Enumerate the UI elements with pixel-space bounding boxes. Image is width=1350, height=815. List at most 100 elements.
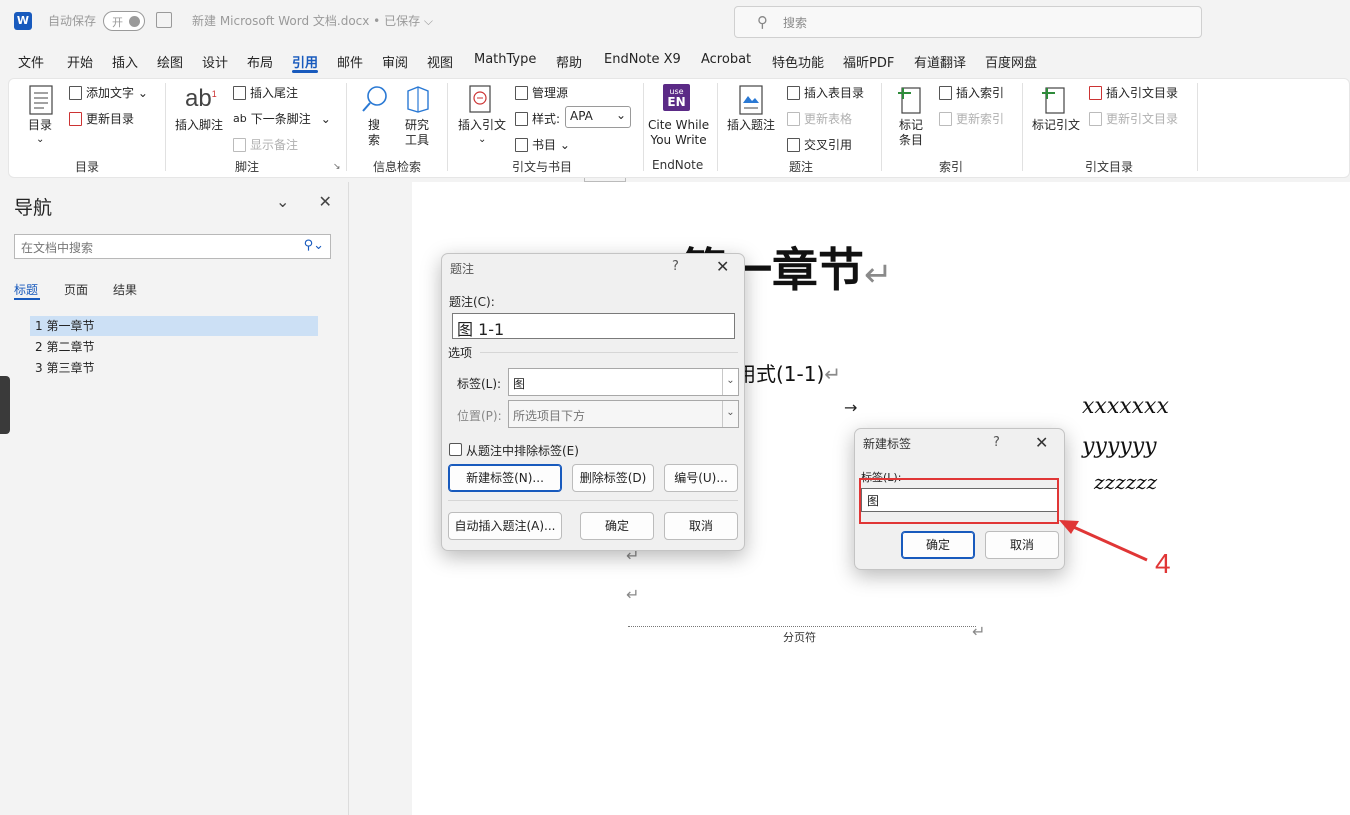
nav-search-input[interactable]: 在文档中搜索 ⚲⌄ (14, 234, 331, 259)
save-icon[interactable] (156, 12, 172, 28)
insert-footnote-button[interactable]: 插入脚注 (175, 118, 223, 133)
insert-index-button[interactable]: 插入索引 (939, 84, 1004, 101)
nav-heading-1[interactable]: 1 第一章节 (30, 316, 318, 336)
tab-results[interactable]: 结果 (113, 281, 137, 298)
caption-field[interactable]: 图 1-1 (452, 313, 735, 339)
update-toa-button[interactable]: 更新引文目录 (1089, 110, 1178, 127)
close-icon[interactable]: ✕ (1035, 433, 1048, 452)
insert-endnote-button[interactable]: 插入尾注 (233, 84, 298, 101)
next-footnote-button[interactable]: ab 下一条脚注 ⌄ (233, 110, 331, 127)
chevron-down-icon[interactable]: ⌄ (478, 132, 486, 147)
tab-pages[interactable]: 页面 (64, 281, 88, 298)
exclude-label-text: 从题注中排除标签(E) (466, 444, 579, 458)
help-icon[interactable]: ? (672, 259, 679, 274)
autocaption-button[interactable]: 自动插入题注(A)... (448, 512, 562, 540)
label-select[interactable]: 图 ⌄ (508, 368, 739, 396)
insert-tof-button[interactable]: 插入表目录 (787, 84, 864, 101)
nav-heading-3[interactable]: 3 第三章节 (30, 358, 318, 378)
researcher-button[interactable]: 研究 工具 (405, 118, 429, 148)
menu-mailings[interactable]: 邮件 (337, 52, 363, 71)
insert-caption-button[interactable]: 插入题注 (727, 118, 775, 133)
numbering-button[interactable]: 编号(U)... (664, 464, 738, 492)
manage-sources-icon (515, 85, 528, 100)
nav-heading-2[interactable]: 2 第二章节 (30, 337, 318, 357)
menu-endnote[interactable]: EndNote X9 (604, 52, 681, 67)
search-button[interactable]: 搜索 (368, 118, 380, 148)
dialog-launcher-icon[interactable]: ↘ (333, 162, 341, 172)
menu-view[interactable]: 视图 (427, 52, 453, 71)
menu-help[interactable]: 帮助 (556, 52, 582, 71)
nav-search-placeholder: 在文档中搜索 (21, 241, 94, 255)
menu-references[interactable]: 引用 (292, 52, 318, 71)
autosave-label: 自动保存 (48, 14, 97, 28)
close-icon[interactable]: ✕ (716, 257, 729, 276)
new-label-button[interactable]: 新建标签(N)... (448, 464, 562, 492)
side-panel-handle[interactable] (0, 376, 10, 434)
search-icon[interactable]: ⚲⌄ (304, 238, 324, 253)
formula-line[interactable]: 用式(1-1)↵ (736, 358, 841, 387)
menu-draw[interactable]: 绘图 (157, 52, 183, 71)
menu-insert[interactable]: 插入 (112, 52, 138, 71)
update-toc-button[interactable]: 更新目录 (69, 110, 134, 127)
style-dropdown[interactable]: APA ⌄ (565, 106, 631, 128)
cite-while-you-write-button[interactable]: Cite While You Write (648, 118, 709, 148)
toc-icon (29, 85, 53, 115)
mark-entry-label-2: 条目 (899, 133, 924, 147)
tab-headings[interactable]: 标题 (14, 281, 38, 298)
manage-sources-button[interactable]: 管理源 (515, 84, 568, 101)
divider (448, 500, 738, 501)
menu-special[interactable]: 特色功能 (772, 52, 824, 71)
chevron-down-icon: ⌄ (320, 111, 331, 126)
menu-youdao[interactable]: 有道翻译 (914, 52, 966, 71)
insert-citation-button[interactable]: 插入引文 (458, 118, 506, 133)
cancel-button[interactable]: 取消 (664, 512, 738, 540)
insert-toa-label: 插入引文目录 (1106, 86, 1179, 100)
menu-foxit[interactable]: 福昕PDF (843, 52, 894, 71)
divider (717, 83, 718, 171)
update-index-button[interactable]: 更新索引 (939, 110, 1004, 127)
menu-layout[interactable]: 布局 (247, 52, 273, 71)
var-y: yyyyyy (1082, 434, 1157, 459)
update-toc-label: 更新目录 (86, 112, 135, 126)
search-input[interactable]: ⚲ 搜索 (734, 6, 1202, 38)
new-label-dialog-title: 新建标签 (863, 437, 912, 451)
delete-label-button[interactable]: 删除标签(D) (572, 464, 654, 492)
captions-group-label: 题注 (789, 160, 814, 174)
toc-dropdown-icon[interactable]: ⌄ (36, 132, 44, 147)
ok-button[interactable]: 确定 (901, 531, 975, 559)
document-title[interactable]: 新建 Microsoft Word 文档.docx • 已保存 ⌵ (192, 12, 433, 29)
paragraph-mark: ↵ (824, 362, 842, 386)
update-table-button[interactable]: 更新表格 (787, 110, 852, 127)
caption-dialog: 题注 ? ✕ 题注(C): 图 1-1 选项 标签(L): 图 ⌄ 位置(P): … (441, 253, 745, 551)
autosave-toggle[interactable]: 开 (103, 11, 145, 31)
insert-toa-button[interactable]: 插入引文目录 (1089, 84, 1178, 101)
mark-citation-button[interactable]: 标记引文 (1032, 118, 1080, 133)
menu-review[interactable]: 审阅 (382, 52, 408, 71)
mark-entry-button[interactable]: 标记 条目 (899, 118, 923, 148)
exclude-label-checkbox[interactable] (449, 443, 462, 456)
caption-field-label: 题注(C): (449, 295, 495, 309)
add-text-button[interactable]: 添加文字 ⌄ (69, 84, 148, 101)
bibliography-icon (515, 137, 528, 152)
cancel-button[interactable]: 取消 (985, 531, 1059, 559)
chevron-down-icon[interactable]: ⌄ (276, 192, 289, 211)
divider (480, 352, 738, 353)
bibliography-button[interactable]: 书目 ⌄ (515, 136, 570, 153)
ok-button[interactable]: 确定 (580, 512, 654, 540)
menu-baidu[interactable]: 百度网盘 (985, 52, 1037, 71)
menu-design[interactable]: 设计 (202, 52, 228, 71)
nav-pane-controls: ⌄ ✕ (276, 192, 332, 211)
add-text-label: 添加文字 ⌄ (86, 86, 148, 100)
show-notes-button[interactable]: 显示备注 (233, 136, 298, 153)
close-icon[interactable]: ✕ (319, 192, 332, 211)
menu-acrobat[interactable]: Acrobat (701, 52, 751, 67)
menu-home[interactable]: 开始 (67, 52, 93, 71)
cross-reference-button[interactable]: 交叉引用 (787, 136, 852, 153)
toc-button[interactable]: 目录 (28, 118, 52, 133)
menu-mathtype[interactable]: MathType (474, 52, 536, 67)
menu-file[interactable]: 文件 (18, 52, 44, 71)
help-icon[interactable]: ? (993, 435, 1000, 450)
divider (346, 83, 347, 171)
autosave-toggle-text: 开 (112, 16, 123, 29)
position-select[interactable]: 所选项目下方 ⌄ (508, 400, 739, 428)
